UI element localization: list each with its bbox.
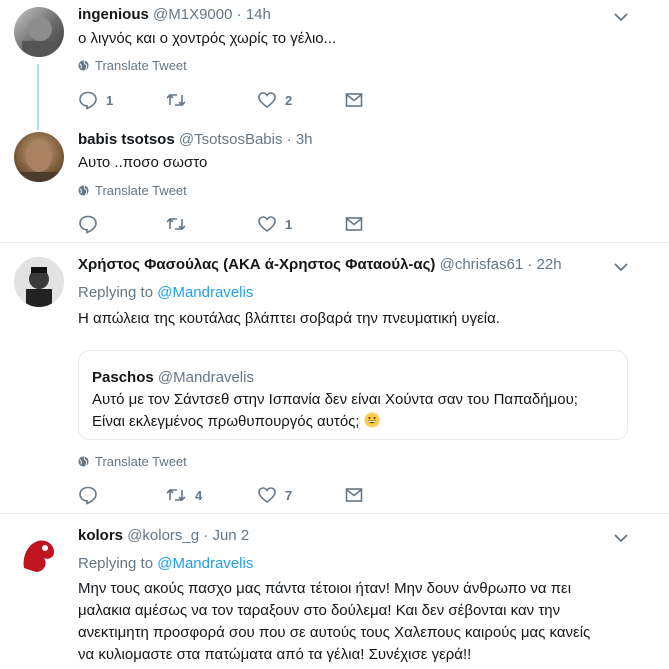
- tweet-text: Αυτο ..ποσο σωστο: [78, 154, 208, 171]
- separator-dot: ·: [286, 131, 292, 148]
- chevron-down-icon[interactable]: [613, 9, 629, 25]
- tweet-divider: [0, 242, 669, 243]
- mention-link[interactable]: @Mandravelis: [157, 555, 253, 572]
- avatar[interactable]: [14, 132, 64, 182]
- like-button[interactable]: 1: [257, 214, 292, 234]
- tweet-text: Η απώλεια της κουτάλας βλάπτει σοβαρά τη…: [78, 310, 500, 327]
- avatar-image: [20, 140, 58, 182]
- replying-to: Replying to @Mandravelis: [78, 284, 253, 301]
- quoted-text-line: Αυτό με τον Σάντσεθ στην Ισπανία δεν είν…: [92, 391, 578, 408]
- retweet-icon: [166, 488, 186, 502]
- globe-icon: [78, 456, 89, 467]
- replying-to-label: Replying to: [78, 284, 154, 301]
- tweet-text: ο λιγνός και ο χοντρός χωρίς το γέλιο...: [78, 30, 337, 47]
- display-name[interactable]: ingenious: [78, 6, 149, 23]
- retweet-count: 4: [195, 487, 203, 503]
- like-button[interactable]: 2: [257, 90, 292, 110]
- chevron-down-icon[interactable]: [613, 259, 629, 275]
- user-handle[interactable]: @TsotsosBabis: [179, 131, 283, 148]
- quoted-tweet-header: Paschos @Mandravelis: [92, 369, 254, 386]
- quoted-display-name: Paschos: [92, 369, 154, 386]
- display-name[interactable]: Χρήστος Φασούλας (ΑΚΑ ά-Χρηστος Φαταούλ-…: [78, 256, 435, 273]
- quoted-tweet-text: Αυτό με τον Σάντσεθ στην Ισπανία δεν είν…: [92, 389, 617, 433]
- reply-button[interactable]: [78, 485, 106, 505]
- user-handle[interactable]: @M1X9000: [153, 6, 232, 23]
- separator-dot: ·: [527, 256, 533, 273]
- retweet-button[interactable]: [165, 214, 195, 234]
- tweet-header: babis tsotsos @TsotsosBabis · 3h: [78, 131, 313, 148]
- mail-icon: [345, 217, 363, 231]
- tweet-header: ingenious @M1X9000 · 14h: [78, 6, 271, 23]
- tweet-text-line: ανεκτιμητη προσφορά σου που σε αυτούς το…: [78, 624, 591, 641]
- direct-message-button[interactable]: [344, 214, 364, 234]
- chevron-down-icon[interactable]: [613, 530, 629, 546]
- quoted-user-handle: @Mandravelis: [157, 369, 254, 386]
- tweet-actions: 4 7: [78, 485, 378, 507]
- mail-icon: [345, 93, 363, 107]
- translate-label: Translate Tweet: [95, 58, 187, 73]
- user-handle[interactable]: @kolors_g: [127, 527, 199, 544]
- direct-message-button[interactable]: [344, 90, 364, 110]
- avatar-image: [22, 17, 58, 57]
- replying-to-label: Replying to: [78, 555, 154, 572]
- translate-tweet-link[interactable]: Translate Tweet: [78, 454, 187, 469]
- avatar[interactable]: [14, 257, 64, 307]
- timestamp[interactable]: 22h: [537, 256, 562, 273]
- reply-button[interactable]: 1: [78, 90, 113, 110]
- tweet-text-line: να κυλιομαστε στα πατώματα από τα γέλια!…: [78, 646, 472, 663]
- replying-to: Replying to @Mandravelis: [78, 555, 253, 572]
- retweet-icon: [166, 93, 186, 107]
- display-name[interactable]: kolors: [78, 527, 123, 544]
- reply-icon: [79, 215, 97, 234]
- tweet-header: kolors @kolors_g · Jun 2: [78, 527, 249, 544]
- timestamp[interactable]: Jun 2: [212, 527, 249, 544]
- avatar-image: [14, 257, 64, 307]
- display-name[interactable]: babis tsotsos: [78, 131, 175, 148]
- like-icon: [258, 216, 276, 233]
- tweet-text-line: μαλακια αμέσως να τον ταραξουν στο δούλε…: [78, 602, 561, 619]
- avatar-image: [14, 528, 64, 578]
- retweet-button[interactable]: [165, 90, 195, 110]
- timestamp[interactable]: 14h: [246, 6, 271, 23]
- translate-tweet-link[interactable]: Translate Tweet: [78, 183, 187, 198]
- like-count: 7: [285, 487, 293, 503]
- globe-icon: [78, 60, 89, 71]
- reply-count: 1: [106, 92, 114, 108]
- user-handle[interactable]: @chrisfas61: [440, 256, 524, 273]
- like-count: 1: [285, 216, 293, 232]
- mention-link[interactable]: @Mandravelis: [157, 284, 253, 301]
- like-icon: [258, 92, 276, 109]
- globe-icon: [78, 185, 89, 196]
- avatar[interactable]: [14, 7, 64, 57]
- avatar[interactable]: [14, 528, 64, 578]
- reply-button[interactable]: [78, 214, 106, 234]
- quoted-text-line-content: Είναι εκλεγμένος πρωθυπουργός αυτός;: [92, 413, 360, 430]
- mail-icon: [345, 488, 363, 502]
- retweet-icon: [166, 217, 186, 231]
- tweet-actions: 1 2: [78, 90, 378, 112]
- translate-label: Translate Tweet: [95, 454, 187, 469]
- tweet-text: Μην τους ακούς πασχο μας πάντα τέτοιοι ή…: [78, 578, 643, 666]
- tweet-text-line: Μην τους ακούς πασχο μας πάντα τέτοιοι ή…: [78, 580, 572, 597]
- reply-icon: [79, 91, 97, 110]
- tweet-divider: [0, 513, 669, 514]
- separator-dot: ·: [236, 6, 242, 23]
- grinning-emoji-icon: [364, 412, 380, 428]
- direct-message-button[interactable]: [344, 485, 364, 505]
- tweet-actions: 1: [78, 214, 378, 236]
- translate-tweet-link[interactable]: Translate Tweet: [78, 58, 187, 73]
- timestamp[interactable]: 3h: [296, 131, 313, 148]
- quoted-tweet[interactable]: Paschos @Mandravelis Αυτό με τον Σάντσεθ…: [78, 350, 628, 440]
- thread-line: [37, 64, 39, 130]
- tweet-header: Χρήστος Φασούλας (ΑΚΑ ά-Χρηστος Φαταούλ-…: [78, 256, 562, 273]
- like-button[interactable]: 7: [257, 485, 292, 505]
- translate-label: Translate Tweet: [95, 183, 187, 198]
- quoted-text-line-2: Είναι εκλεγμένος πρωθυπουργός αυτός;: [92, 411, 617, 433]
- retweet-button[interactable]: 4: [165, 485, 202, 505]
- like-icon: [258, 487, 276, 504]
- separator-dot: ·: [203, 527, 209, 544]
- reply-icon: [79, 486, 97, 505]
- like-count: 2: [285, 92, 293, 108]
